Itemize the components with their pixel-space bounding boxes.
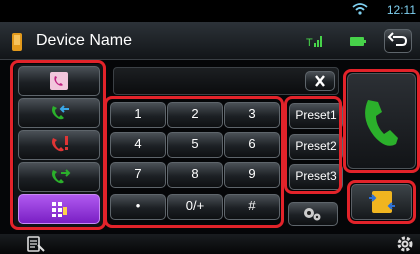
- gears-icon: [304, 208, 321, 221]
- phone-device-icon: [12, 33, 22, 51]
- bottom-bar: [0, 234, 420, 254]
- preset-settings-button[interactable]: [288, 202, 338, 226]
- clear-button[interactable]: [305, 71, 335, 91]
- signal-strength-icon: T: [306, 36, 322, 48]
- clock: 12:11: [386, 3, 416, 17]
- switch-highlight: [347, 180, 416, 224]
- left-menu-highlight: [10, 60, 106, 230]
- preset-highlight: [284, 96, 342, 194]
- menu-icon[interactable]: [26, 235, 46, 253]
- keypad-highlight: [104, 96, 284, 228]
- back-button[interactable]: [384, 29, 412, 53]
- gear-icon[interactable]: [396, 235, 414, 253]
- close-icon: [315, 75, 325, 87]
- back-arrow-icon: [387, 32, 408, 46]
- battery-icon: [350, 37, 366, 46]
- svg-text:T: T: [306, 37, 313, 48]
- call-highlight: [343, 69, 420, 173]
- device-name-title: Device Name: [36, 32, 133, 49]
- wifi-icon: [352, 3, 368, 15]
